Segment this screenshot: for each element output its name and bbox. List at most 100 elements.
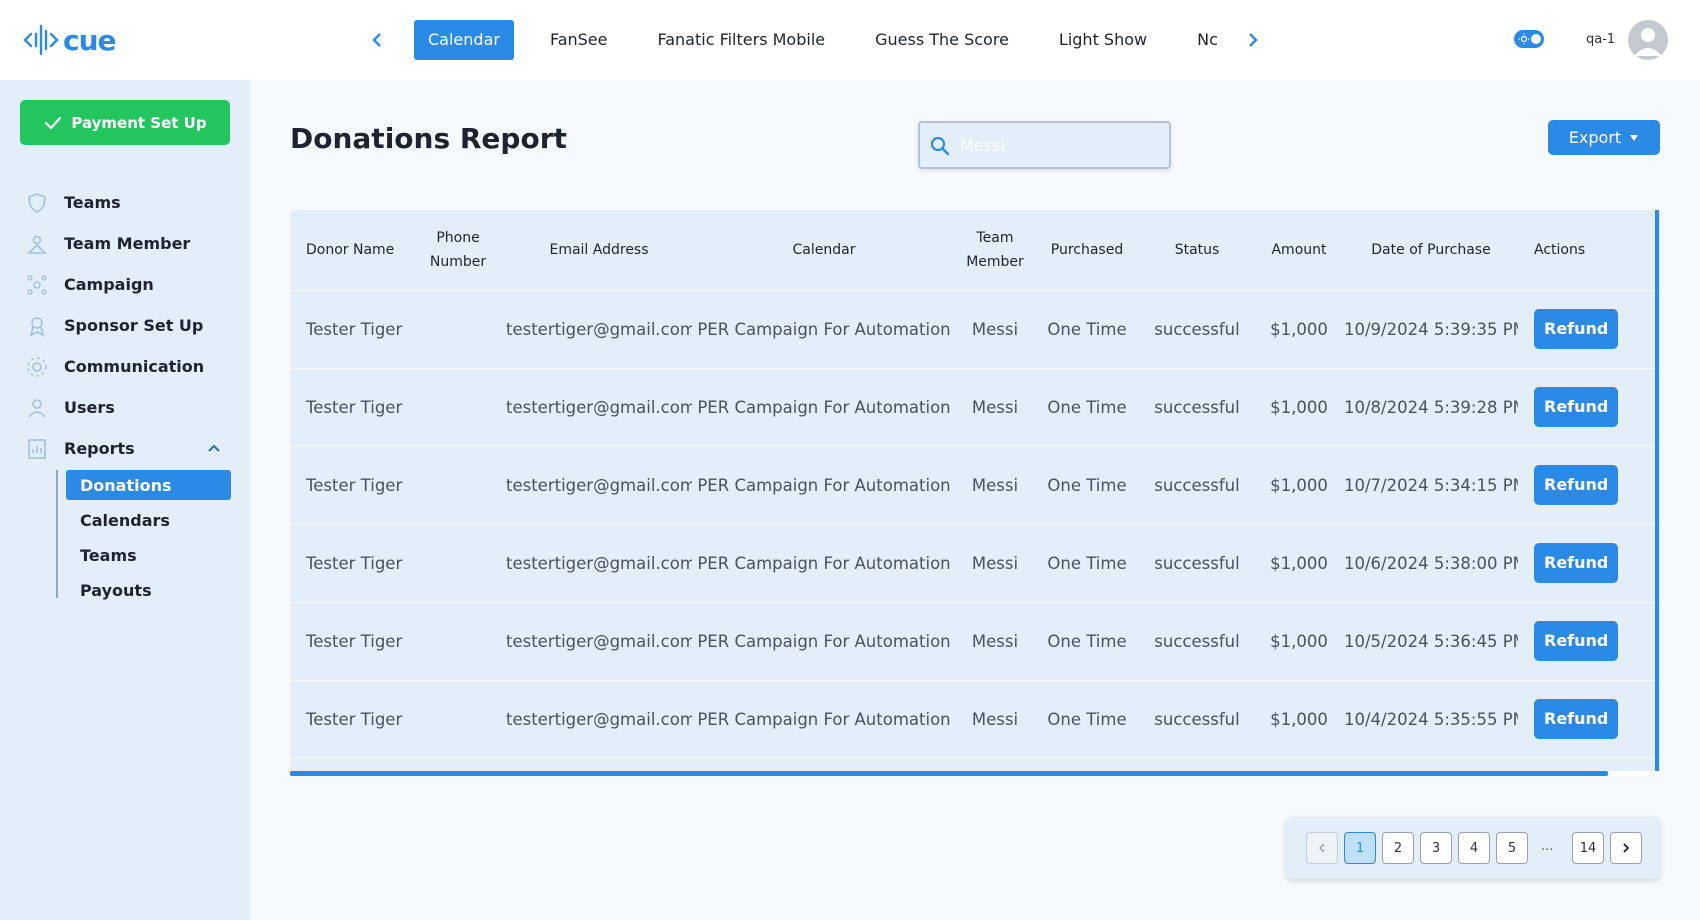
donations-table: Donor Name Phone Number Email Address Ca…: [290, 210, 1660, 776]
date-cell: 10/9/2024 5:39:35 PM: [1344, 290, 1518, 369]
table-row: Tester Tiger testertiger@gmail.com PER C…: [290, 446, 1660, 525]
refund-button[interactable]: Refund: [1534, 309, 1619, 349]
team-member-cell: Messi: [956, 524, 1034, 603]
tab-calendar[interactable]: Calendar: [414, 20, 514, 60]
vertical-scrollbar[interactable]: [1655, 210, 1659, 776]
chevron-right-icon[interactable]: [1244, 30, 1262, 50]
page-button-1[interactable]: 1: [1344, 832, 1376, 864]
refund-button[interactable]: Refund: [1534, 543, 1619, 583]
username: qa-1: [1586, 32, 1616, 47]
email-cell: testertiger@gmail.com: [506, 680, 692, 759]
table-row: Tester Tiger testertiger@gmail.com PER C…: [290, 602, 1660, 681]
sidebar-item-campaign[interactable]: Campaign: [0, 264, 250, 305]
subnav-item-payouts[interactable]: Payouts: [66, 575, 231, 605]
purchased-cell: One Time: [1034, 446, 1140, 525]
column-header[interactable]: Purchased: [1034, 210, 1140, 291]
date-cell: 10/4/2024 5:35:55 PM: [1344, 680, 1518, 759]
user-icon: [24, 395, 50, 421]
sidebar: cue Payment Set Up Teams Team Member Cam…: [0, 0, 250, 920]
sidebar-item-sponsor-setup[interactable]: Sponsor Set Up: [0, 305, 250, 346]
sidebar-item-label: Team Member: [64, 234, 191, 253]
network-icon: [24, 272, 50, 298]
column-header[interactable]: Donor Name: [290, 210, 410, 291]
subnav-item-calendars[interactable]: Calendars: [66, 505, 231, 535]
refund-button[interactable]: Refund: [1534, 621, 1619, 661]
column-header[interactable]: Status: [1140, 210, 1254, 291]
refund-button[interactable]: Refund: [1534, 699, 1619, 739]
actions-cell: Refund: [1518, 290, 1660, 369]
calendar-cell: PER Campaign For Automation: [692, 602, 956, 681]
email-cell: testertiger@gmail.com: [506, 602, 692, 681]
team-member-cell: Messi: [956, 680, 1034, 759]
tab-nc[interactable]: Nc: [1183, 20, 1230, 60]
tab-fansee[interactable]: FanSee: [536, 20, 622, 60]
phone-cell: [410, 602, 506, 681]
calendar-cell: PER Campaign For Automation: [692, 446, 956, 525]
actions-cell: Refund: [1518, 446, 1660, 525]
theme-toggle[interactable]: [1514, 30, 1544, 48]
purchased-cell: One Time: [1034, 680, 1140, 759]
refund-button[interactable]: Refund: [1534, 465, 1619, 505]
prev-page-button[interactable]: [1306, 832, 1338, 864]
page-button-5[interactable]: 5: [1496, 832, 1528, 864]
export-button[interactable]: Export: [1548, 120, 1660, 155]
chevron-up-icon[interactable]: [206, 440, 222, 456]
page-button-last[interactable]: 14: [1572, 832, 1604, 864]
sun-icon: [1518, 33, 1530, 45]
sidebar-item-teams[interactable]: Teams: [0, 182, 250, 223]
column-header[interactable]: Phone Number: [410, 210, 506, 291]
column-header[interactable]: Date of Purchase: [1344, 210, 1518, 291]
sidebar-item-label: Reports: [64, 439, 135, 458]
column-header[interactable]: Amount: [1254, 210, 1344, 291]
column-header[interactable]: Team Member: [956, 210, 1034, 291]
donor-name-cell: Tester Tiger: [290, 680, 410, 759]
search-input[interactable]: [960, 133, 1160, 157]
refund-button[interactable]: Refund: [1534, 387, 1619, 427]
amount-cell: $1,000: [1254, 524, 1344, 603]
actions-cell: Refund: [1518, 368, 1660, 447]
tab-guess-the-score[interactable]: Guess The Score: [861, 20, 1023, 60]
column-header[interactable]: Calendar: [692, 210, 956, 291]
chevron-right-icon: [1623, 843, 1630, 853]
avatar[interactable]: [1628, 20, 1668, 60]
search-box[interactable]: [918, 121, 1171, 169]
toggle-knob: [1531, 34, 1541, 44]
horizontal-scrollbar[interactable]: [290, 771, 1608, 776]
table-row: Tester Tiger testertiger@gmail.com PER C…: [290, 680, 1660, 759]
page-button-4[interactable]: 4: [1458, 832, 1490, 864]
sidebar-item-label: Users: [64, 398, 115, 417]
team-member-cell: Messi: [956, 602, 1034, 681]
purchased-cell: One Time: [1034, 524, 1140, 603]
phone-cell: [410, 680, 506, 759]
next-page-button[interactable]: [1610, 832, 1642, 864]
sidebar-item-team-member[interactable]: Team Member: [0, 223, 250, 264]
column-header[interactable]: Actions: [1518, 210, 1660, 291]
sidebar-item-users[interactable]: Users: [0, 387, 250, 428]
sponsor-icon: [24, 313, 50, 339]
cue-logo-icon: [23, 24, 59, 56]
export-label: Export: [1568, 128, 1622, 147]
chevron-left-icon[interactable]: [368, 30, 386, 50]
phone-cell: [410, 446, 506, 525]
column-header[interactable]: Email Address: [506, 210, 692, 291]
donor-name-cell: Tester Tiger: [290, 368, 410, 447]
payment-setup-button[interactable]: Payment Set Up: [20, 100, 230, 145]
pagination-ellipsis: ...: [1541, 839, 1554, 854]
search-icon: [930, 136, 950, 156]
date-cell: 10/5/2024 5:36:45 PM: [1344, 602, 1518, 681]
tab-fanatic-filters-mobile[interactable]: Fanatic Filters Mobile: [643, 20, 839, 60]
page-button-2[interactable]: 2: [1382, 832, 1414, 864]
sidebar-item-communication[interactable]: Communication: [0, 346, 250, 387]
team-member-cell: Messi: [956, 368, 1034, 447]
page-button-3[interactable]: 3: [1420, 832, 1452, 864]
sidebar-item-reports[interactable]: Reports: [0, 428, 250, 469]
status-cell: successful: [1140, 680, 1254, 759]
logo[interactable]: cue: [0, 0, 250, 80]
status-cell: successful: [1140, 524, 1254, 603]
team-member-cell: Messi: [956, 290, 1034, 369]
tab-light-show[interactable]: Light Show: [1045, 20, 1161, 60]
subnav-item-teams[interactable]: Teams: [66, 540, 231, 570]
subnav-item-donations[interactable]: Donations: [66, 470, 231, 500]
donor-name-cell: Tester Tiger: [290, 290, 410, 369]
donor-name-cell: Tester Tiger: [290, 446, 410, 525]
